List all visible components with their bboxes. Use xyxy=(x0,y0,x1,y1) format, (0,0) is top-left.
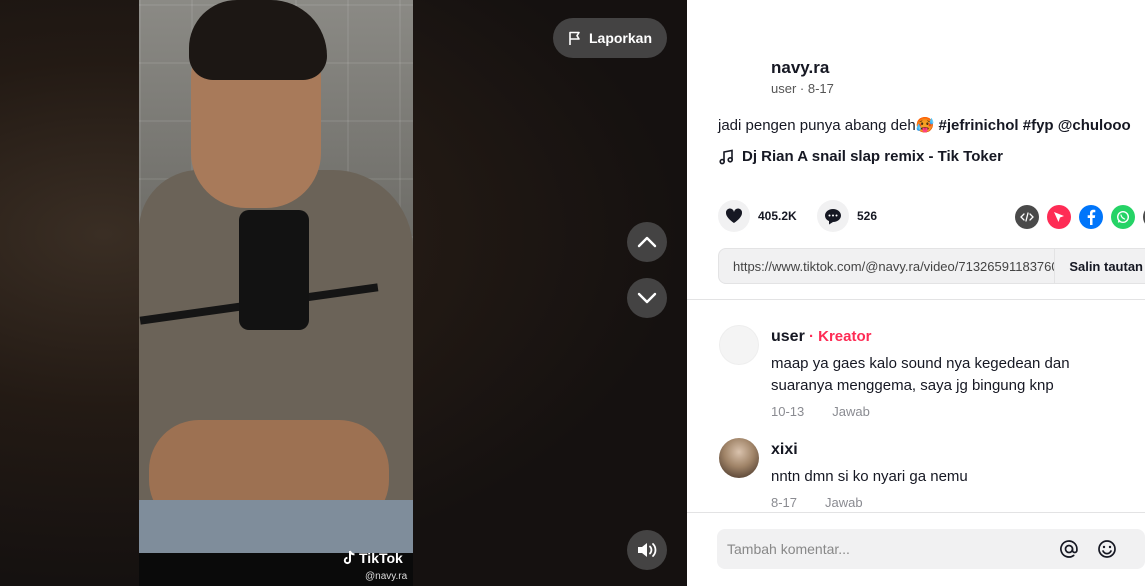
whatsapp-icon xyxy=(1116,210,1130,224)
tiktok-video-page: TikTok @navy.ra Laporkan navy.ra user · … xyxy=(0,0,1145,586)
copy-link-row: https://www.tiktok.com/@navy.ra/video/71… xyxy=(718,248,1145,284)
reply-button[interactable]: Jawab xyxy=(832,404,870,419)
mention-button[interactable] xyxy=(1057,537,1081,561)
music-title: Dj Rian A snail slap remix - Tik Toker xyxy=(742,148,1003,165)
author-meta: user · 8-17 xyxy=(771,81,834,96)
hashtag-fyp[interactable]: #fyp xyxy=(1023,117,1054,134)
hashtag-jefrinichol[interactable]: #jefrinichol xyxy=(939,117,1019,134)
creator-badge: Kreator xyxy=(818,328,872,345)
comment-text: maap ya gaes kalo sound nya kegedean dan… xyxy=(771,355,1070,394)
like-button[interactable] xyxy=(718,200,750,232)
comment-button[interactable] xyxy=(817,200,849,232)
chevron-up-icon xyxy=(637,236,657,248)
report-button[interactable]: Laporkan xyxy=(553,18,667,58)
creator-badge-separator: · xyxy=(804,328,819,345)
watermark-brand: TikTok xyxy=(359,550,403,566)
comment-meta: 10-13 Jawab xyxy=(771,404,870,419)
volume-button[interactable] xyxy=(627,530,667,570)
comment-stat: 526 xyxy=(817,200,877,232)
video-link-text: https://www.tiktok.com/@navy.ra/video/71… xyxy=(733,258,1055,274)
emoji-button[interactable] xyxy=(1095,537,1119,561)
like-stat: 405.2K xyxy=(718,200,797,232)
facebook-share-button[interactable] xyxy=(1079,205,1103,229)
tiktok-watermark: TikTok xyxy=(342,550,403,566)
report-label: Laporkan xyxy=(588,30,652,46)
comment-input[interactable] xyxy=(717,529,1057,569)
commenter-avatar[interactable] xyxy=(719,438,759,478)
comment-meta: 8-17 Jawab xyxy=(771,495,863,510)
reply-button[interactable]: Jawab xyxy=(825,495,863,510)
comment-bubble-icon xyxy=(825,208,841,224)
heart-icon xyxy=(725,208,743,223)
comment-composer xyxy=(717,529,1145,569)
facebook-icon xyxy=(1087,209,1096,225)
commenter-username: user xyxy=(771,328,805,345)
send-to-friends-button[interactable] xyxy=(1047,205,1071,229)
commenter-avatar[interactable] xyxy=(719,325,759,365)
like-count: 405.2K xyxy=(758,209,797,223)
video-description: jadi pengen punya abang deh🥵 #jefrinicho… xyxy=(718,116,1131,134)
watermark-username: @navy.ra xyxy=(365,571,408,582)
commenter-name[interactable]: user · Kreator xyxy=(771,328,872,346)
emoji-icon xyxy=(1098,540,1116,558)
comment-count: 526 xyxy=(857,209,878,223)
comment-date: 10-13 xyxy=(771,404,805,419)
volume-icon xyxy=(638,543,657,557)
whatsapp-share-button[interactable] xyxy=(1111,205,1135,229)
video-person-hair xyxy=(189,0,327,80)
mention-chulooo[interactable]: @chulooo xyxy=(1058,117,1131,134)
details-panel: navy.ra user · 8-17 jadi pengen punya ab… xyxy=(687,0,1145,586)
send-arrow-icon xyxy=(1054,212,1064,222)
video-player-area: TikTok @navy.ra Laporkan xyxy=(0,0,687,586)
next-video-button[interactable] xyxy=(627,278,667,318)
commenter-name[interactable]: xixi xyxy=(771,441,798,459)
comment-item: xixi nntn dmn si ko nyari ga nemu 8-17 J… xyxy=(719,438,1139,510)
music-link[interactable]: Dj Rian A snail slap remix - Tik Toker xyxy=(718,148,1003,165)
comment-item: user · Kreator maap ya gaes kalo sound n… xyxy=(719,325,1139,425)
emoji-hot-face: 🥵 xyxy=(915,117,935,134)
previous-video-button[interactable] xyxy=(627,222,667,262)
video-frame[interactable] xyxy=(139,0,413,586)
embed-share-button[interactable] xyxy=(1015,205,1039,229)
chevron-down-icon xyxy=(637,292,657,304)
flag-icon xyxy=(569,31,580,45)
at-sign-icon xyxy=(1060,540,1078,558)
comment-date: 8-17 xyxy=(771,495,798,510)
comment-text: nntn dmn si ko nyari ga nemu xyxy=(771,468,968,485)
section-divider xyxy=(687,299,1145,300)
author-username[interactable]: navy.ra xyxy=(771,58,829,78)
music-note-icon xyxy=(719,149,733,164)
description-text: jadi pengen punya abang deh xyxy=(718,117,916,134)
copy-link-button[interactable]: Salin tautan xyxy=(1054,249,1145,283)
embed-code-icon xyxy=(1020,212,1034,222)
tiktok-logo-icon xyxy=(343,550,355,565)
microphone xyxy=(239,210,309,330)
